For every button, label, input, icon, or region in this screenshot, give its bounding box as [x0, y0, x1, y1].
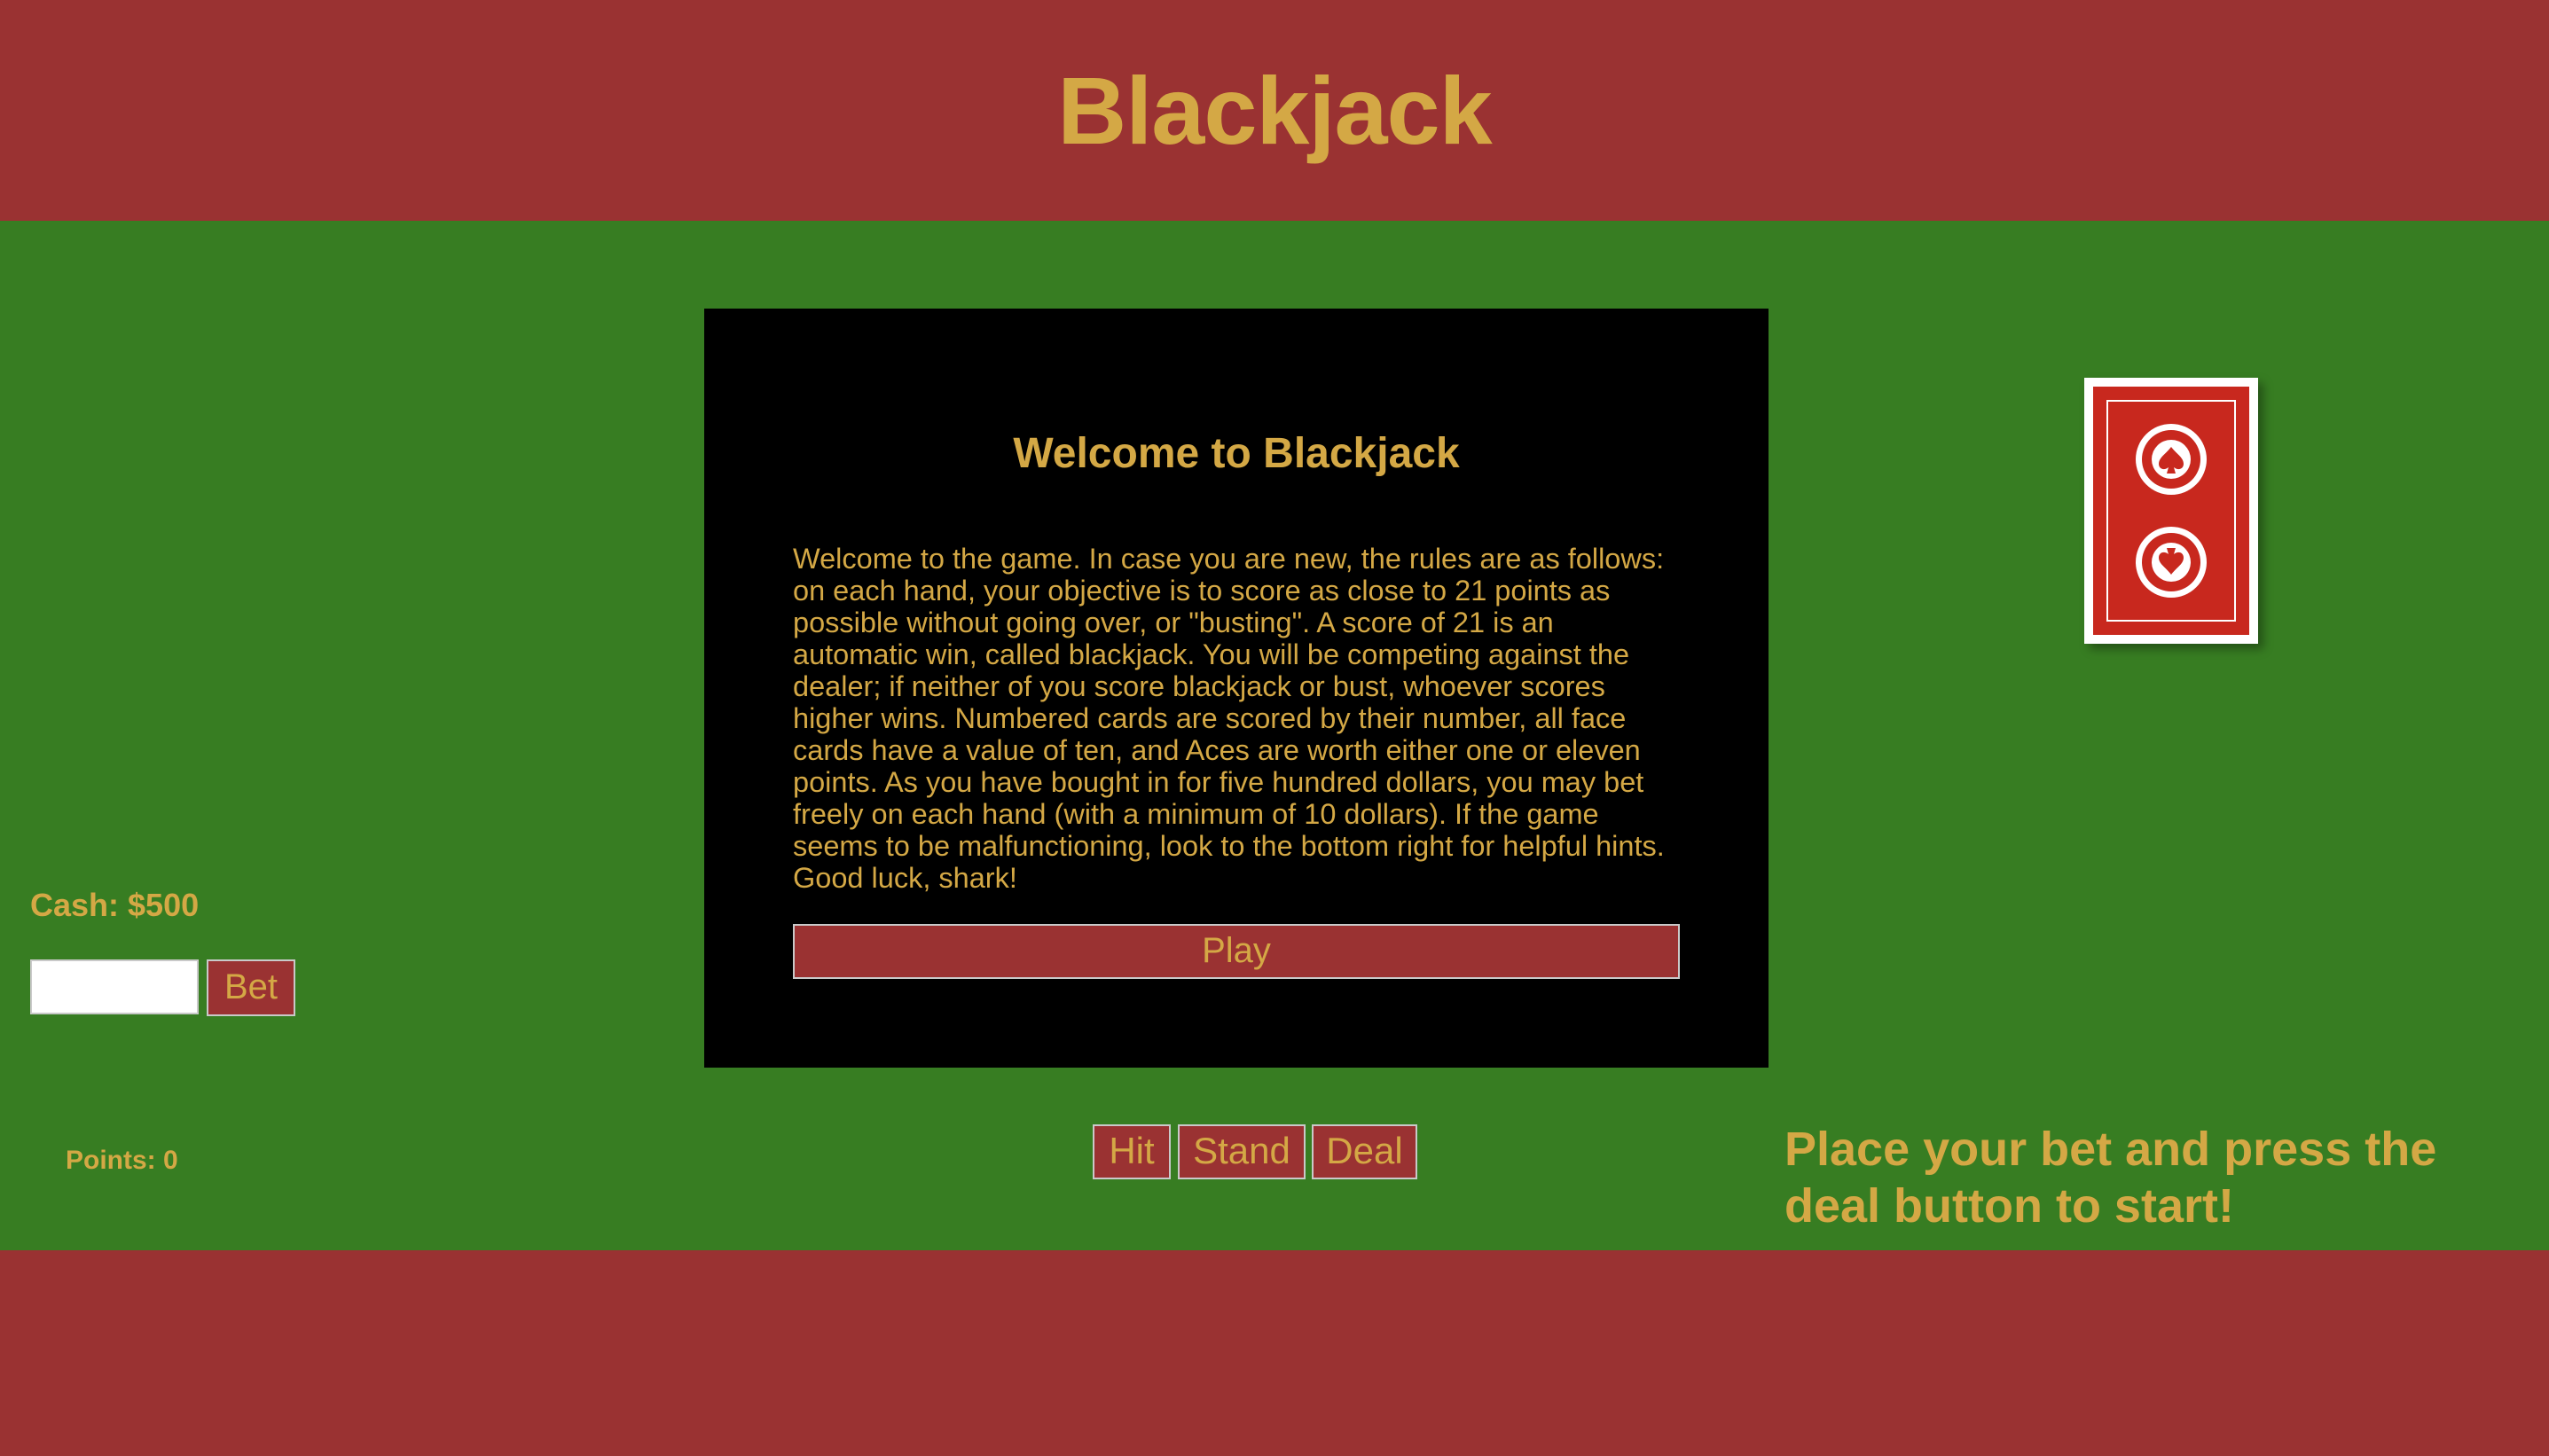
- play-button[interactable]: Play: [793, 924, 1680, 979]
- status-message: Place your bet and press the deal button…: [1784, 1123, 2437, 1233]
- bet-amount-input[interactable]: [30, 959, 199, 1014]
- cash-display: Cash: $500: [30, 887, 200, 923]
- welcome-modal: Welcome to Blackjack Welcome to the game…: [704, 309, 1769, 1068]
- card-back-icon: [2093, 387, 2249, 635]
- deal-button[interactable]: Deal: [1312, 1124, 1417, 1179]
- hit-button[interactable]: Hit: [1093, 1124, 1171, 1179]
- rules-text: Welcome to the game. In case you are new…: [793, 543, 1665, 894]
- footer-banner: [0, 1250, 2549, 1456]
- page-title: Blackjack: [1057, 57, 1492, 164]
- stand-button[interactable]: Stand: [1178, 1124, 1306, 1179]
- bet-button[interactable]: Bet: [207, 959, 295, 1016]
- card-deck[interactable]: [2084, 378, 2258, 644]
- modal-title: Welcome to Blackjack: [1013, 430, 1460, 477]
- points-display: Points: 0: [66, 1146, 178, 1175]
- header-banner: Blackjack: [0, 0, 2549, 221]
